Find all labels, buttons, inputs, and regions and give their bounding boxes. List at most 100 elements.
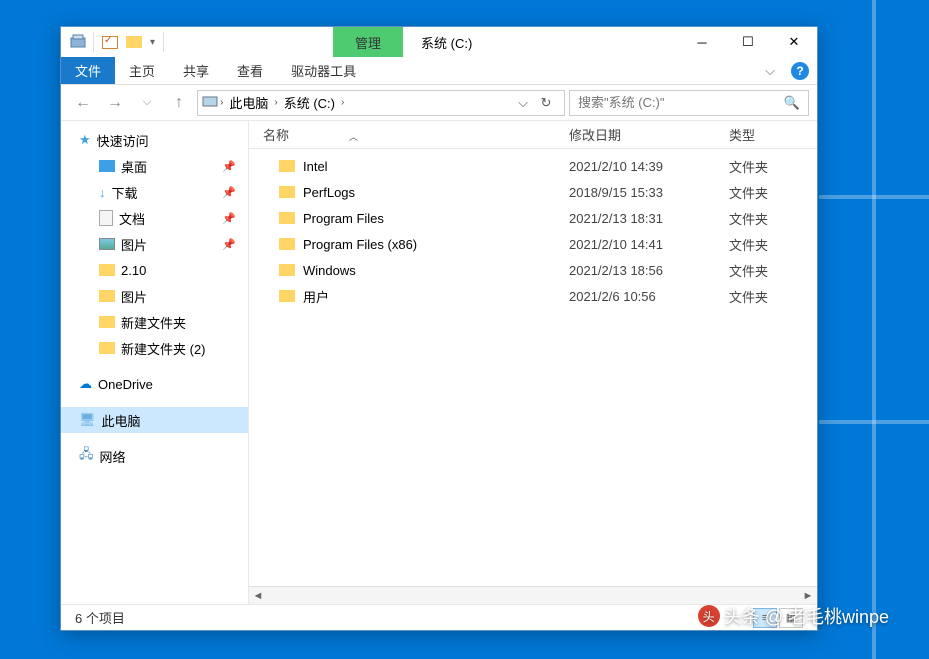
breadcrumb-thispc[interactable]: 此电脑 (225, 93, 272, 112)
file-row[interactable]: 用户2021/2/6 10:56文件夹 (249, 283, 817, 309)
network-icon: 🖧 (79, 445, 94, 467)
folder-icon (279, 212, 295, 224)
nav-newfolder2[interactable]: 新建文件夹 (2) (61, 335, 248, 361)
context-tab-manage: 管理 (333, 27, 403, 57)
nav-downloads[interactable]: ↓下载📌 (61, 179, 248, 205)
minimize-button[interactable]: ─ (679, 27, 725, 57)
column-type[interactable]: 类型 (729, 125, 809, 144)
folder-icon (99, 290, 115, 302)
qat-properties-icon[interactable] (102, 36, 118, 49)
pin-icon: 📌 (222, 160, 236, 173)
column-headers: 名称︿ 修改日期 类型 (249, 121, 817, 149)
nav-desktop[interactable]: 桌面📌 (61, 153, 248, 179)
folder-icon (99, 342, 115, 354)
ribbon: 文件 主页 共享 查看 驱动器工具 ⌵ ? (61, 57, 817, 85)
scroll-left-icon[interactable]: ◄ (249, 590, 267, 602)
chevron-right-icon[interactable]: › (218, 97, 225, 108)
nav-pictures[interactable]: 图片📌 (61, 231, 248, 257)
file-row[interactable]: Program Files (x86) 2021/2/10 14:41文件夹 (249, 231, 817, 257)
file-date: 2021/2/10 14:39 (569, 159, 729, 174)
download-icon: ↓ (99, 185, 106, 200)
file-type: 文件夹 (729, 261, 809, 280)
file-row[interactable]: Windows 2021/2/13 18:56文件夹 (249, 257, 817, 283)
column-name[interactable]: 名称︿ (249, 125, 569, 144)
ribbon-expand-icon[interactable]: ⌵ (757, 57, 783, 84)
maximize-button[interactable]: ☐ (725, 27, 771, 57)
folder-icon (279, 160, 295, 172)
file-row[interactable]: PerfLogs 2018/9/15 15:33文件夹 (249, 179, 817, 205)
document-icon (99, 210, 113, 226)
nav-newfolder[interactable]: 新建文件夹 (61, 309, 248, 335)
nav-quick-access[interactable]: ★快速访问 (61, 127, 248, 153)
refresh-button[interactable]: ↻ (532, 95, 560, 111)
folder-icon (279, 290, 295, 302)
folder-icon (99, 316, 115, 328)
file-name: Windows (303, 263, 356, 278)
help-button[interactable]: ? (783, 57, 817, 84)
nav-pictures2[interactable]: 图片 (61, 283, 248, 309)
nav-this-pc[interactable]: 🖥此电脑 (61, 407, 248, 433)
breadcrumb-location[interactable]: 系统 (C:) (280, 93, 339, 112)
qat-customize-icon[interactable]: ▾ (150, 37, 155, 48)
desktop-icon (99, 160, 115, 172)
file-row[interactable]: Intel2021/2/10 14:39文件夹 (249, 153, 817, 179)
ribbon-tab-file[interactable]: 文件 (61, 57, 115, 84)
pin-icon: 📌 (222, 186, 236, 199)
file-name: Intel (303, 159, 328, 174)
horizontal-scrollbar[interactable]: ◄ ► (249, 586, 817, 604)
file-type: 文件夹 (729, 235, 809, 254)
file-name: PerfLogs (303, 185, 355, 200)
file-row[interactable]: Program Files2021/2/13 18:31文件夹 (249, 205, 817, 231)
column-date[interactable]: 修改日期 (569, 125, 729, 144)
folder-icon (99, 264, 115, 276)
file-list[interactable]: Intel2021/2/10 14:39文件夹PerfLogs2018/9/15… (249, 149, 817, 586)
pin-icon: 📌 (222, 212, 236, 225)
content-area: 名称︿ 修改日期 类型 Intel2021/2/10 14:39文件夹PerfL… (249, 121, 817, 604)
file-type: 文件夹 (729, 183, 809, 202)
nav-documents[interactable]: 文档📌 (61, 205, 248, 231)
chevron-right-icon[interactable]: › (339, 97, 346, 108)
help-icon: ? (791, 62, 809, 80)
ribbon-tab-home[interactable]: 主页 (115, 57, 169, 84)
file-name: Program Files (x86) (303, 237, 417, 252)
navigation-pane[interactable]: ★快速访问 桌面📌 ↓下载📌 文档📌 图片📌 2.10 图片 新建文件夹 新建文… (61, 121, 249, 604)
drive-icon (202, 94, 218, 111)
ribbon-tab-drivetools[interactable]: 驱动器工具 (277, 57, 370, 84)
up-button[interactable]: ↑ (165, 89, 193, 117)
recent-dropdown-icon[interactable]: ⌵ (133, 89, 161, 117)
item-count: 6 个项目 (75, 608, 125, 627)
ribbon-tab-view[interactable]: 查看 (223, 57, 277, 84)
picture-icon (99, 238, 115, 250)
file-date: 2021/2/13 18:56 (569, 263, 729, 278)
address-bar[interactable]: › 此电脑 › 系统 (C:) › ⌵ ↻ (197, 90, 565, 116)
chevron-right-icon[interactable]: › (272, 97, 279, 108)
back-button[interactable]: ← (69, 89, 97, 117)
nav-folder-210[interactable]: 2.10 (61, 257, 248, 283)
titlebar[interactable]: ▾ 管理 系统 (C:) ─ ☐ ✕ (61, 27, 817, 57)
search-input[interactable] (578, 95, 784, 110)
search-icon[interactable]: 🔍 (784, 95, 800, 111)
file-type: 文件夹 (729, 287, 809, 306)
search-box[interactable]: 🔍 (569, 90, 809, 116)
folder-icon (279, 186, 295, 198)
sort-indicator-icon: ︿ (349, 132, 358, 142)
watermark: 头 头条 @ 老毛桃winpe (698, 603, 889, 629)
file-date: 2021/2/13 18:31 (569, 211, 729, 226)
cloud-icon: ☁ (79, 376, 92, 392)
pin-icon: 📌 (222, 238, 236, 251)
star-icon: ★ (79, 132, 91, 148)
address-dropdown-icon[interactable]: ⌵ (514, 95, 532, 111)
file-date: 2018/9/15 15:33 (569, 185, 729, 200)
watermark-icon: 头 (698, 605, 720, 627)
forward-button[interactable]: → (101, 89, 129, 117)
address-row: ← → ⌵ ↑ › 此电脑 › 系统 (C:) › ⌵ ↻ 🔍 (61, 85, 817, 121)
nav-network[interactable]: 🖧网络 (61, 443, 248, 469)
close-button[interactable]: ✕ (771, 27, 817, 57)
qat-newfolder-icon[interactable] (126, 36, 142, 48)
file-name: Program Files (303, 211, 384, 226)
scroll-right-icon[interactable]: ► (799, 590, 817, 602)
ribbon-tab-share[interactable]: 共享 (169, 57, 223, 84)
nav-onedrive[interactable]: ☁OneDrive (61, 371, 248, 397)
file-date: 2021/2/6 10:56 (569, 289, 729, 304)
file-date: 2021/2/10 14:41 (569, 237, 729, 252)
